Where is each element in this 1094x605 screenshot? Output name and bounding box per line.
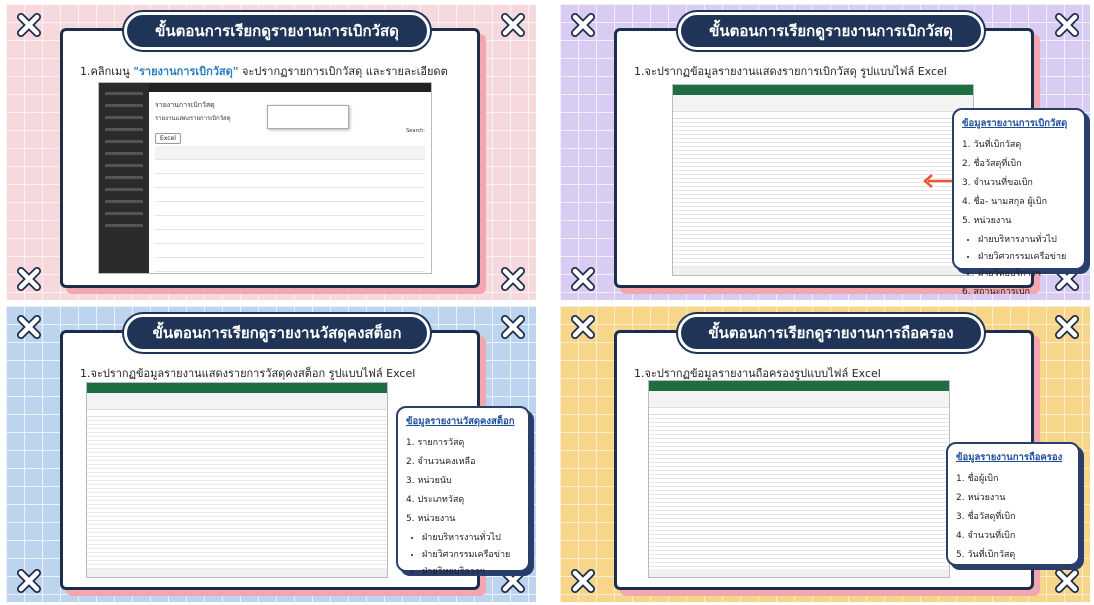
info-item: 3. จำนวนที่ขอเบิก (962, 178, 1033, 188)
info-item: 4. ประเภทวัสดุ (406, 495, 465, 505)
table-row (155, 216, 425, 230)
excel-screenshot (648, 380, 950, 578)
panel-withdrawal-excel-report: ขั้นตอนการเรียกดูรายงานการเบิกวัสดุ 1.จะ… (560, 4, 1090, 300)
panel-title: ขั้นตอนการเรียกดูรายงานการเบิกวัสดุ (678, 12, 984, 50)
table-row (155, 244, 425, 258)
excel-export-button[interactable]: Excel (155, 133, 181, 144)
table-row (155, 188, 425, 202)
x-mark-icon (571, 267, 595, 291)
info-item: 5. วันที่เบิกวัสดุ (956, 550, 1016, 560)
info-box-title: ข้อมูลรายงานวัสดุคงสต็อก (406, 416, 515, 427)
table-row (155, 174, 425, 188)
x-mark-icon (501, 267, 525, 291)
step-instruction: 1.คลิกเมนู "รายงานการเบิกวัสดุ" จะปรากฏร… (80, 65, 448, 78)
info-box-title: ข้อมูลรายงานการถือครอง (956, 452, 1063, 463)
x-mark-icon (571, 13, 595, 37)
panel-material-withdrawal-menu: ขั้นตอนการเรียกดูรายงานการเบิกวัสดุ 1.คล… (6, 4, 536, 300)
info-item: 1. ชื่อผู้เบิก (956, 474, 999, 484)
step-instruction: 1.จะปรากฏข้อมูลรายงานแสดงรายการวัสดุคงสต… (80, 367, 416, 380)
info-subitem: ฝ่ายวิศวกรรมเครือข่าย (422, 547, 520, 561)
table-row (155, 230, 425, 244)
info-box: ข้อมูลรายงานวัสดุคงสต็อก 1. รายการวัสดุ … (396, 406, 530, 577)
info-item: 2. จำนวนคงเหลือ (406, 457, 476, 467)
info-item: 1. วันที่เบิกวัสดุ (962, 140, 1022, 150)
info-subitem: ฝ่ายวิศวกรรมเครือข่าย (978, 249, 1076, 263)
panel-title: ขั้นตอนการเรียกดูรายงานการถือครอง (678, 314, 984, 352)
x-mark-icon (1055, 315, 1079, 339)
info-subitem: ฝ่ายบริหารงานทั่วไป (422, 530, 520, 544)
info-item: 4. ชื่อ- นามสกุล ผู้เบิก (962, 197, 1048, 207)
info-item: 3. ชื่อวัสดุที่เบิก (956, 512, 1016, 522)
info-box-title: ข้อมูลรายงานการเบิกวัสดุ (962, 118, 1068, 129)
panel-title: ขั้นตอนการเรียกดูรายงานการเบิกวัสดุ (124, 12, 430, 50)
excel-screenshot (86, 382, 388, 578)
x-mark-icon (571, 315, 595, 339)
search-label: Search: (406, 128, 425, 134)
x-mark-icon (1055, 569, 1079, 593)
table-row (155, 202, 425, 216)
x-mark-icon (17, 13, 41, 37)
x-mark-icon (17, 569, 41, 593)
table-header (155, 146, 425, 160)
info-subitem: ฝ่ายวิทยบริการฯ (978, 266, 1076, 280)
panel-stock-report: ขั้นตอนการเรียกดูรายงานวัสดุคงสต็อก 1.จะ… (6, 306, 536, 602)
info-item: 5. หน่วยงาน (406, 514, 456, 524)
x-mark-icon (571, 569, 595, 593)
info-item: 2. หน่วยงาน (956, 493, 1006, 503)
panel-title: ขั้นตอนการเรียกดูรายงานวัสดุคงสต็อก (124, 314, 430, 352)
panel-possession-report: ขั้นตอนการเรียกดูรายงานการถือครอง 1.จะปร… (560, 306, 1090, 602)
download-popup (267, 105, 349, 129)
menu-highlight: "รายงานการเบิกวัสดุ" (133, 65, 239, 78)
info-item: 2. ชื่อวัสดุที่เบิก (962, 159, 1022, 169)
x-mark-icon (17, 267, 41, 291)
x-mark-icon (501, 315, 525, 339)
info-item: 1. รายการวัสดุ (406, 438, 465, 448)
web-screenshot: รายงานการเบิกวัสดุ รายงานแสดงรายการเบิกว… (98, 82, 432, 274)
x-mark-icon (501, 13, 525, 37)
info-item: 4. จำนวนที่เบิก (956, 531, 1016, 541)
info-item: 5. หน่วยงาน (962, 216, 1012, 226)
info-box: ข้อมูลรายงานการถือครอง 1. ชื่อผู้เบิก 2.… (946, 442, 1080, 566)
x-mark-icon (17, 315, 41, 339)
info-item: 6. สถานะการเบิก (962, 287, 1031, 297)
sidebar-menu (99, 83, 149, 273)
info-subitem: ฝ่ายบริหารงานทั่วไป (978, 232, 1076, 246)
web-topbar (149, 83, 431, 92)
step-instruction: 1.จะปรากฏข้อมูลรายงานแสดงรายการเบิกวัสดุ… (634, 65, 947, 78)
table-row (155, 258, 425, 272)
info-subitem: ฝ่ายวิทยบริการฯ (422, 564, 520, 578)
info-item: 3. หน่วยนับ (406, 476, 452, 486)
table-row (155, 160, 425, 174)
info-box: ข้อมูลรายงานการเบิกวัสดุ 1. วันที่เบิกวั… (952, 108, 1086, 297)
x-mark-icon (1055, 13, 1079, 37)
